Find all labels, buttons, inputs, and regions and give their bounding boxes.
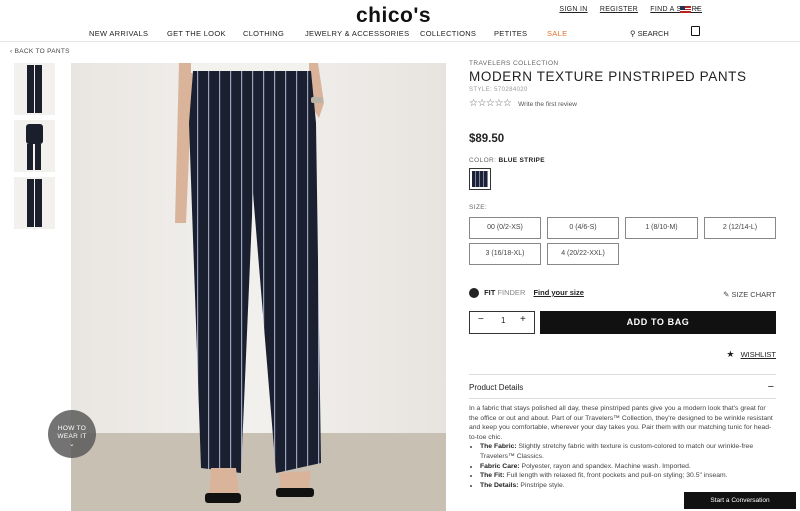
nav-jewelry-accessories[interactable]: JEWELRY & ACCESSORIES <box>305 29 409 38</box>
star-icon: ★ <box>726 349 735 359</box>
ruler-pencil-icon: ✎ <box>723 290 730 299</box>
product-thumbnail-2[interactable] <box>14 120 55 172</box>
product-thumbnail-3[interactable] <box>14 177 55 229</box>
list-item: The Fabric: Slightly stretchy fabric wit… <box>480 442 776 461</box>
product-details-heading: Product Details <box>469 383 524 392</box>
us-flag-icon[interactable] <box>680 6 691 13</box>
product-thumbnail-1[interactable] <box>14 63 55 115</box>
size-option-0[interactable]: 0 (4/6-S) <box>547 217 619 239</box>
size-option-4[interactable]: 4 (20/22-XXL) <box>547 243 619 265</box>
rating-stars-icon: ☆☆☆☆☆ <box>469 98 512 109</box>
nav-clothing[interactable]: CLOTHING <box>243 29 284 38</box>
search-label: SEARCH <box>637 29 669 38</box>
details-list: The Fabric: Slightly stretchy fabric wit… <box>469 442 776 490</box>
nav-collections[interactable]: COLLECTIONS <box>420 29 476 38</box>
fit-finder: FIT FINDER Find your size <box>469 288 584 299</box>
collection-label: TRAVELERS COLLECTION <box>469 60 559 67</box>
quantity-stepper: − 1 + <box>469 311 535 334</box>
start-conversation-button[interactable]: Start a Conversation <box>684 492 796 509</box>
collapse-icon[interactable]: − <box>768 375 774 400</box>
write-review-link[interactable]: Write the first review <box>518 101 577 108</box>
list-item: The Details: Pinstripe style. <box>480 481 776 491</box>
nav-get-the-look[interactable]: GET THE LOOK <box>167 29 226 38</box>
back-to-pants-link[interactable]: ‹ BACK TO PANTS <box>10 48 70 55</box>
product-description: In a fabric that stays polished all day,… <box>469 404 776 490</box>
style-number: STYLE: 570284020 <box>469 87 528 93</box>
list-item: The Fit: Full length with relaxed fit, f… <box>480 471 776 481</box>
chevron-down-icon: ⌄ <box>69 441 75 448</box>
pants-model-image <box>175 63 324 503</box>
product-info-panel: TRAVELERS COLLECTION MODERN TEXTURE PINS… <box>469 60 776 489</box>
color-label: COLOR: BLUE STRIPE <box>469 157 545 164</box>
fit-finder-icon <box>469 288 479 299</box>
product-price: $89.50 <box>469 133 505 145</box>
chevron-down-icon[interactable]: ⌄ <box>694 3 700 11</box>
size-option-2[interactable]: 2 (12/14-L) <box>704 217 776 239</box>
quantity-value[interactable]: 1 <box>501 316 505 325</box>
nav-sale[interactable]: SALE <box>547 29 567 38</box>
list-item: Fabric Care: Polyester, rayon and spande… <box>480 462 776 472</box>
shopping-bag-icon[interactable] <box>691 26 700 36</box>
quantity-decrease-button[interactable]: − <box>478 314 484 325</box>
size-option-00[interactable]: 00 (0/2-XS) <box>469 217 541 239</box>
size-label: SIZE: <box>469 204 488 211</box>
sign-in-link[interactable]: SIGN IN <box>559 6 587 13</box>
add-to-bag-button[interactable]: ADD TO BAG <box>540 311 776 334</box>
search-button[interactable]: ⚲ SEARCH <box>630 29 669 38</box>
chicos-logo[interactable]: chico's <box>356 4 431 28</box>
product-details-accordion[interactable]: Product Details − <box>469 374 776 399</box>
product-title: MODERN TEXTURE PINSTRIPED PANTS <box>469 69 747 84</box>
register-link[interactable]: REGISTER <box>600 6 638 13</box>
size-chart-link[interactable]: ✎ SIZE CHART <box>723 290 776 299</box>
quantity-increase-button[interactable]: + <box>520 314 526 325</box>
description-text: In a fabric that stays polished all day,… <box>469 405 773 441</box>
nav-new-arrivals[interactable]: NEW ARRIVALS <box>89 29 148 38</box>
size-option-3[interactable]: 3 (16/18-XL) <box>469 243 541 265</box>
how-to-wear-it-button[interactable]: HOW TO WEAR IT ⌄ <box>48 410 96 458</box>
color-swatch-blue-stripe[interactable] <box>469 168 491 190</box>
site-header: chico's SIGN IN REGISTER FIND A STORE ⌄ … <box>0 0 800 42</box>
wishlist-link[interactable]: ★ WISHLIST <box>726 349 776 360</box>
color-value: BLUE STRIPE <box>498 157 545 164</box>
nav-petites[interactable]: PETITES <box>494 29 527 38</box>
product-main-image[interactable] <box>71 63 446 511</box>
find-your-size-link[interactable]: Find your size <box>533 288 583 297</box>
size-option-1[interactable]: 1 (8/10-M) <box>625 217 698 239</box>
rating-row: ☆☆☆☆☆ Write the first review <box>469 98 776 109</box>
search-icon: ⚲ <box>630 29 636 38</box>
